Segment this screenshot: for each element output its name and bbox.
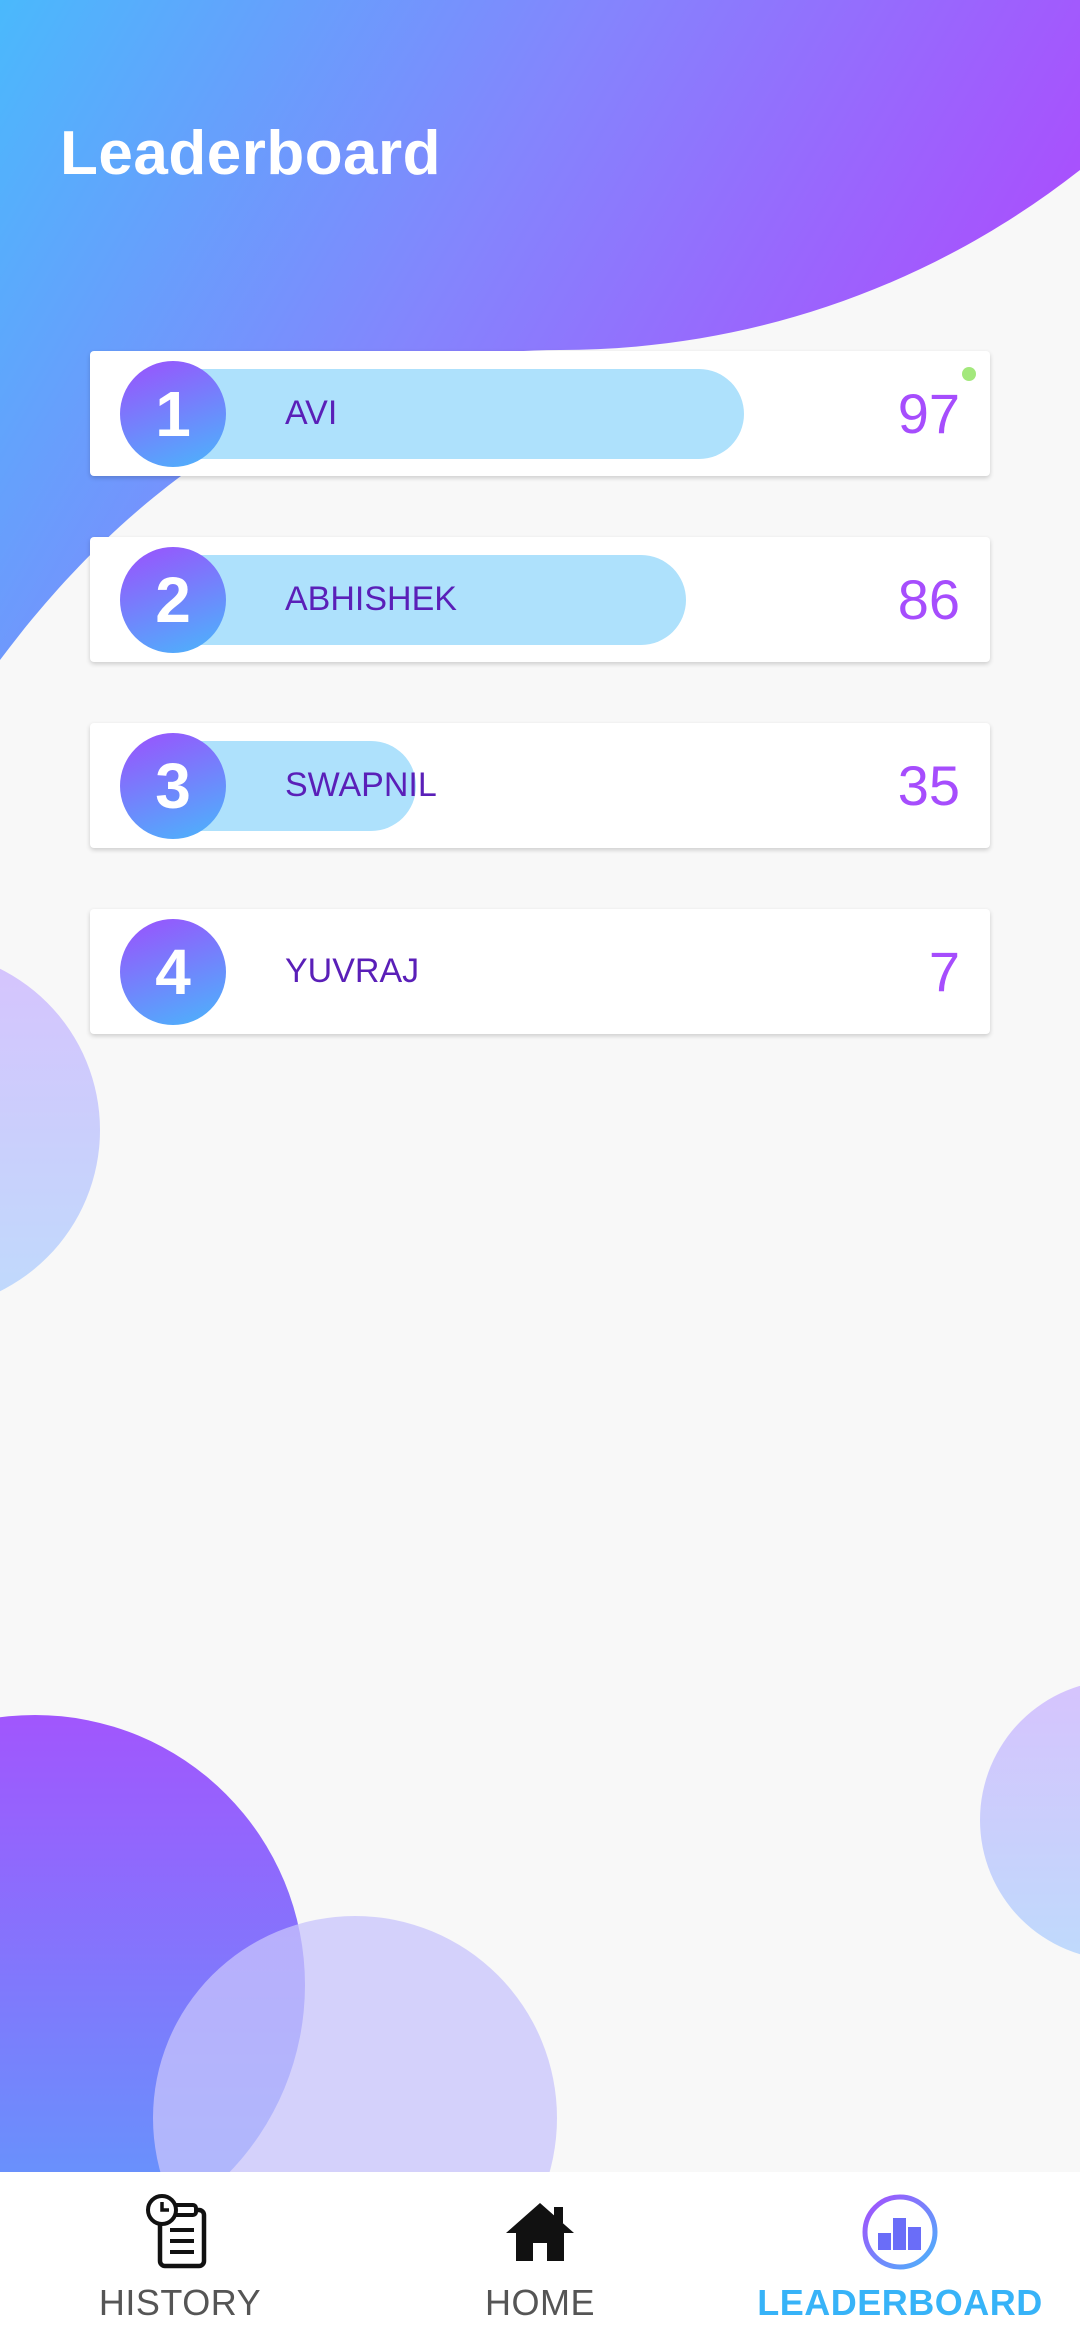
page-title: Leaderboard (60, 119, 442, 188)
nav-item-history[interactable]: HISTORY (0, 2172, 360, 2340)
nav-label-leaderboard: LEADERBOARD (757, 2282, 1043, 2323)
rank-badge: 4 (120, 919, 226, 1025)
player-name: ABHISHEK (285, 580, 457, 618)
player-score: 86 (897, 568, 960, 631)
player-score: 97 (897, 382, 960, 445)
nav-label-history: HISTORY (98, 2282, 262, 2323)
player-name: YUVRAJ (285, 952, 420, 990)
nav-item-leaderboard[interactable]: LEADERBOARD (720, 2172, 1080, 2340)
bubble-left (0, 968, 100, 1292)
player-score: 7 (928, 940, 960, 1003)
leaderboard-icon (860, 2192, 940, 2272)
online-indicator (962, 367, 976, 381)
score-progress-bar (170, 369, 744, 459)
home-icon (500, 2192, 580, 2272)
nav-label-home: HOME (485, 2282, 595, 2323)
clipboard-clock-icon (140, 2192, 220, 2272)
leaderboard-entry[interactable]: 1 AVI 97 (90, 351, 990, 476)
rank-badge: 2 (120, 547, 226, 653)
player-name: AVI (285, 394, 338, 432)
rank-badge: 3 (120, 733, 226, 839)
rank-badge: 1 (120, 361, 226, 467)
bottom-navigation: HISTORY HOME LEADERBOARD (0, 2172, 1080, 2340)
player-name: SWAPNIL (285, 766, 437, 804)
leaderboard-entry[interactable]: 2 ABHISHEK 86 (90, 537, 990, 662)
nav-item-home[interactable]: HOME (360, 2172, 720, 2340)
player-score: 35 (897, 754, 960, 817)
bubble-right (980, 1685, 1080, 1955)
leaderboard-entry[interactable]: 4 YUVRAJ 7 (90, 909, 990, 1034)
leaderboard-entry[interactable]: 3 SWAPNIL 35 (90, 723, 990, 848)
leaderboard-list: 1 AVI 97 2 ABHISHEK 86 3 SWAPNIL 35 4 YU… (90, 351, 990, 1095)
